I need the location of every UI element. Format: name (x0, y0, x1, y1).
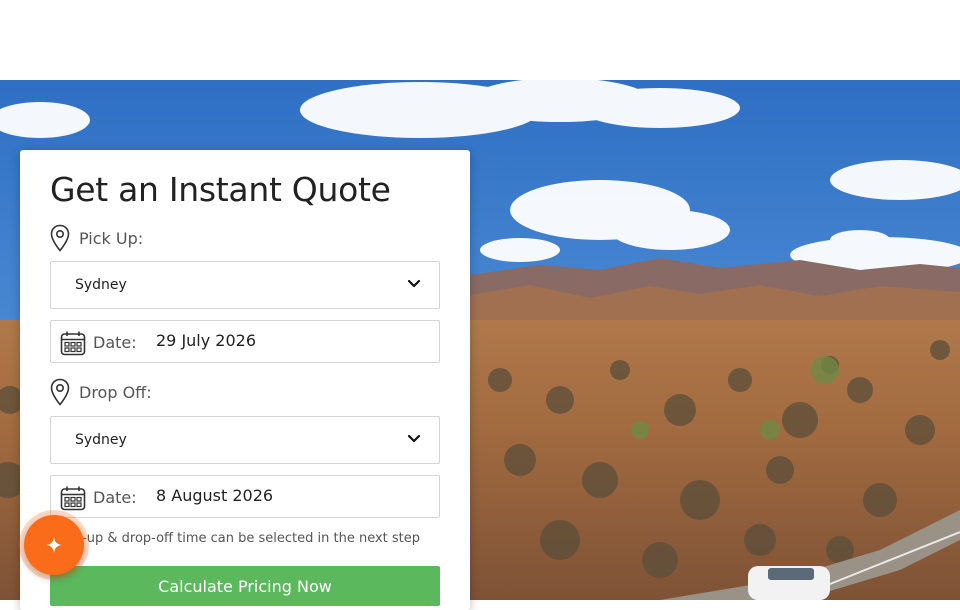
dropoff-date-label: Date: (93, 488, 137, 507)
map-pin-icon (50, 224, 70, 252)
calculate-pricing-button[interactable]: Calculate Pricing Now (50, 566, 440, 606)
calendar-icon (60, 331, 86, 356)
dropoff-location-value: Sydney (75, 432, 127, 448)
pickup-date-value: 29 July 2026 (156, 331, 257, 350)
map-pin-icon (50, 378, 70, 406)
dropoff-label-row: Drop Off: (50, 378, 152, 406)
pickup-date-label: Date: (93, 333, 137, 352)
dropoff-date-value: 8 August 2026 (156, 486, 274, 505)
pickup-location-value: Sydney (75, 277, 127, 293)
quote-title: Get an Instant Quote (50, 170, 391, 209)
pickup-label: Pick Up: (79, 228, 144, 248)
calendar-icon (60, 486, 86, 511)
pickup-date-field[interactable]: Date: 29 July 2026 (50, 320, 440, 363)
instant-quote-card: Get an Instant Quote Pick Up: Sydney Dat… (20, 150, 470, 610)
dropoff-location-select[interactable]: Sydney (50, 416, 440, 464)
chevron-down-icon (407, 279, 421, 288)
dropoff-date-field[interactable]: Date: 8 August 2026 (50, 475, 440, 518)
pickup-location-select[interactable]: Sydney (50, 261, 440, 309)
dropoff-label: Drop Off: (79, 382, 152, 402)
chevron-down-icon (407, 434, 421, 443)
sparkle-icon (46, 537, 62, 553)
pickup-label-row: Pick Up: (50, 224, 143, 252)
site-header (0, 0, 960, 80)
floating-action-button[interactable] (24, 515, 84, 575)
